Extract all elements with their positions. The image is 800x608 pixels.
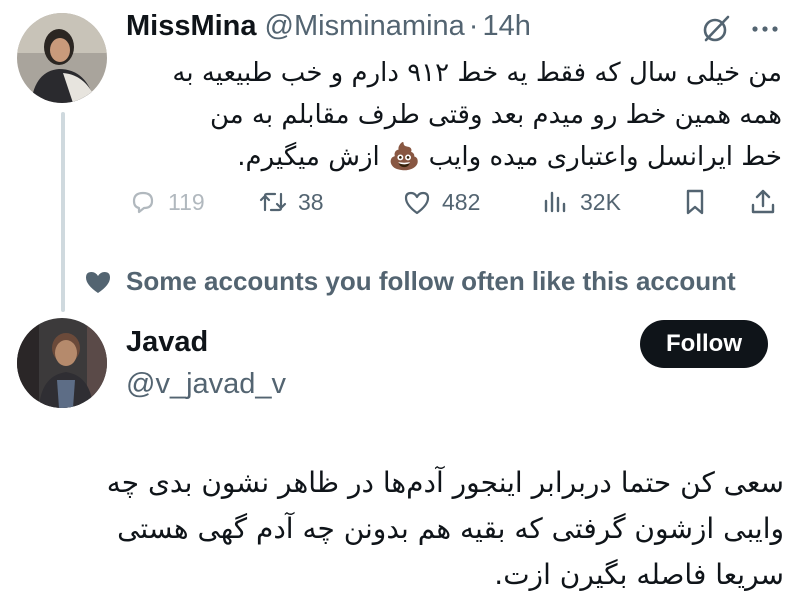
- author-handle[interactable]: @v_javad_v: [126, 367, 286, 401]
- share-icon: [751, 189, 775, 214]
- avatar[interactable]: [17, 13, 107, 103]
- avatar-image: [17, 318, 107, 408]
- like-icon: [404, 191, 430, 215]
- bookmark-icon: [686, 189, 704, 215]
- author-name[interactable]: MissMina: [126, 9, 257, 43]
- retweet-button[interactable]: 38: [258, 180, 324, 224]
- views-count: 32K: [580, 188, 621, 215]
- tweet-text: من خیلی سال که فقط یه خط ۹۱۲ دارم و خب ط…: [172, 58, 782, 172]
- like-count: 482: [442, 188, 481, 215]
- views-button[interactable]: 32K: [540, 180, 621, 224]
- retweet-icon: [259, 192, 287, 212]
- heart-icon: [86, 271, 110, 293]
- tweet-text: سعی کن حتما دربرابر اینجور آدم‌ها در ظاه…: [106, 466, 784, 591]
- tweet-timestamp[interactable]: 14h: [482, 9, 530, 43]
- reply-icon: [132, 191, 154, 214]
- more-icon[interactable]: [748, 12, 782, 46]
- share-button[interactable]: [748, 180, 778, 224]
- grok-icon[interactable]: [700, 13, 732, 45]
- tweet-actions: 119 38 482 32K: [126, 180, 786, 224]
- social-context-text: Some accounts you follow often like this…: [126, 266, 736, 296]
- author-name[interactable]: Javad: [126, 325, 208, 359]
- views-icon: [544, 191, 566, 213]
- retweet-count: 38: [298, 188, 324, 215]
- social-context: Some accounts you follow often like this…: [84, 266, 736, 297]
- author-handle[interactable]: @Misminamina: [265, 9, 465, 43]
- follow-button[interactable]: Follow: [640, 320, 768, 368]
- tweet-header: MissMina @Misminamina · 14h: [126, 9, 531, 43]
- like-button[interactable]: 482: [402, 180, 480, 224]
- timeline: MissMina @Misminamina · 14h من خیلی سال …: [0, 0, 800, 608]
- thread-line: [61, 112, 65, 312]
- avatar[interactable]: [17, 318, 107, 408]
- separator-dot: ·: [468, 10, 479, 42]
- reply-count: 119: [168, 188, 205, 215]
- reply-button[interactable]: 119: [128, 180, 205, 224]
- avatar-image: [17, 13, 107, 103]
- bookmark-button[interactable]: [680, 180, 710, 224]
